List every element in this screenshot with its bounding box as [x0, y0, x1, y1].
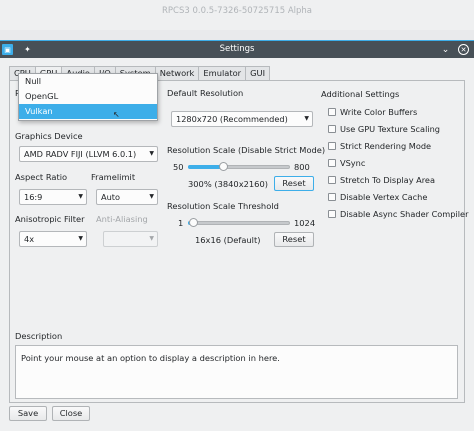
anisotropic-filter-select[interactable]: 4x ▼ — [19, 231, 87, 247]
chevron-down-icon: ▼ — [304, 115, 309, 122]
checkbox-box[interactable] — [328, 125, 336, 133]
framelimit-label: Framelimit — [91, 172, 136, 182]
checkbox-box[interactable] — [328, 193, 336, 201]
chevron-down-icon: ▼ — [149, 235, 154, 242]
checkbox-label: Disable Vertex Cache — [340, 192, 428, 202]
anti-aliasing-select: ▼ — [103, 231, 158, 247]
main-window-title: RPCS3 0.0.5-7326-50725715 Alpha — [0, 0, 474, 30]
checkbox-label: Use GPU Texture Scaling — [340, 124, 440, 134]
resolution-scale-min: 50 — [173, 162, 184, 172]
tab-emulator[interactable]: Emulator — [198, 66, 247, 80]
resolution-scale-slider-fill — [188, 165, 222, 169]
vsync-checkbox[interactable]: VSync — [328, 158, 365, 168]
framelimit-value: Auto — [101, 192, 121, 202]
anti-aliasing-label: Anti-Aliasing — [96, 214, 148, 224]
description-box: Point your mouse at an option to display… — [15, 345, 458, 399]
stretch-display-checkbox[interactable]: Stretch To Display Area — [328, 175, 435, 185]
graphics-device-label: Graphics Device — [15, 131, 83, 141]
aspect-ratio-select[interactable]: 16:9 ▼ — [19, 189, 87, 205]
checkbox-box[interactable] — [328, 159, 336, 167]
close-button[interactable]: Close — [52, 406, 90, 421]
resolution-scale-label: Resolution Scale (Disable Strict Mode) — [167, 145, 326, 155]
chevron-down-icon: ▼ — [78, 235, 83, 242]
disable-async-shader-checkbox[interactable]: Disable Async Shader Compiler — [328, 209, 468, 219]
description-label: Description — [15, 331, 63, 341]
chevron-down-icon: ▼ — [78, 193, 83, 200]
checkbox-label: Write Color Buffers — [340, 107, 418, 117]
checkbox-label: Stretch To Display Area — [340, 175, 435, 185]
chevron-down-icon: ▼ — [149, 193, 154, 200]
checkbox-box[interactable] — [328, 210, 336, 218]
anisotropic-filter-label: Anisotropic Filter — [15, 214, 85, 224]
checkbox-label: Disable Async Shader Compiler — [340, 209, 469, 219]
anisotropic-filter-value: 4x — [24, 234, 35, 244]
resolution-threshold-handle[interactable] — [189, 218, 199, 227]
dialog-title: Settings — [219, 44, 255, 54]
renderer-option-opengl[interactable]: OpenGL — [19, 89, 157, 104]
resolution-threshold-slider[interactable] — [188, 221, 290, 225]
renderer-dropdown-list: Null OpenGL Vulkan — [18, 73, 158, 121]
default-resolution-select[interactable]: 1280x720 (Recommended) ▼ — [171, 111, 313, 127]
dialog-titlebar: ▣ ✦ Settings ⌄ ✕ — [0, 41, 474, 58]
resolution-threshold-min: 1 — [178, 218, 184, 228]
graphics-device-value: AMD RADV FIJI (LLVM 6.0.1) — [24, 149, 137, 159]
resolution-threshold-label: Resolution Scale Threshold — [167, 201, 279, 211]
resolution-scale-handle[interactable] — [219, 162, 228, 171]
renderer-option-vulkan[interactable]: Vulkan — [19, 104, 157, 119]
write-color-buffers-checkbox[interactable]: Write Color Buffers — [328, 107, 417, 117]
tab-gui[interactable]: GUI — [245, 66, 271, 80]
checkbox-box[interactable] — [328, 142, 336, 150]
resolution-threshold-reset-button[interactable]: Reset — [274, 232, 314, 247]
resolution-scale-reset-button[interactable]: Reset — [274, 176, 314, 191]
resolution-threshold-max: 1024 — [294, 218, 316, 228]
aspect-ratio-value: 16:9 — [24, 192, 43, 202]
disable-vertex-cache-checkbox[interactable]: Disable Vertex Cache — [328, 192, 427, 202]
resolution-scale-max: 800 — [294, 162, 310, 172]
gpu-panel: R Graphics Device AMD RADV FIJI (LLVM 6.… — [9, 80, 468, 403]
resolution-scale-value: 300% (3840x2160) — [188, 179, 268, 189]
checkbox-box[interactable] — [328, 108, 336, 116]
graphics-device-select[interactable]: AMD RADV FIJI (LLVM 6.0.1) ▼ — [19, 146, 158, 162]
gpu-texture-scaling-checkbox[interactable]: Use GPU Texture Scaling — [328, 124, 440, 134]
description-text: Point your mouse at an option to display… — [21, 353, 280, 363]
strict-rendering-checkbox[interactable]: Strict Rendering Mode — [328, 141, 431, 151]
aspect-ratio-label: Aspect Ratio — [15, 172, 68, 182]
chevron-down-icon: ▼ — [149, 150, 154, 157]
checkbox-label: Strict Rendering Mode — [340, 141, 432, 151]
checkbox-label: VSync — [340, 158, 366, 168]
close-icon[interactable]: ✕ — [458, 44, 469, 55]
default-resolution-label: Default Resolution — [167, 88, 244, 98]
renderer-option-null[interactable]: Null — [19, 74, 157, 89]
additional-settings-label: Additional Settings — [321, 89, 400, 99]
save-button[interactable]: Save — [9, 406, 47, 421]
mouse-cursor-icon: ↖ — [113, 110, 120, 119]
tab-network[interactable]: Network — [154, 66, 200, 80]
framelimit-select[interactable]: Auto ▼ — [96, 189, 158, 205]
minimize-icon[interactable]: ⌄ — [440, 44, 451, 55]
checkbox-box[interactable] — [328, 176, 336, 184]
resolution-threshold-value: 16x16 (Default) — [195, 235, 261, 245]
default-resolution-value: 1280x720 (Recommended) — [176, 114, 288, 124]
